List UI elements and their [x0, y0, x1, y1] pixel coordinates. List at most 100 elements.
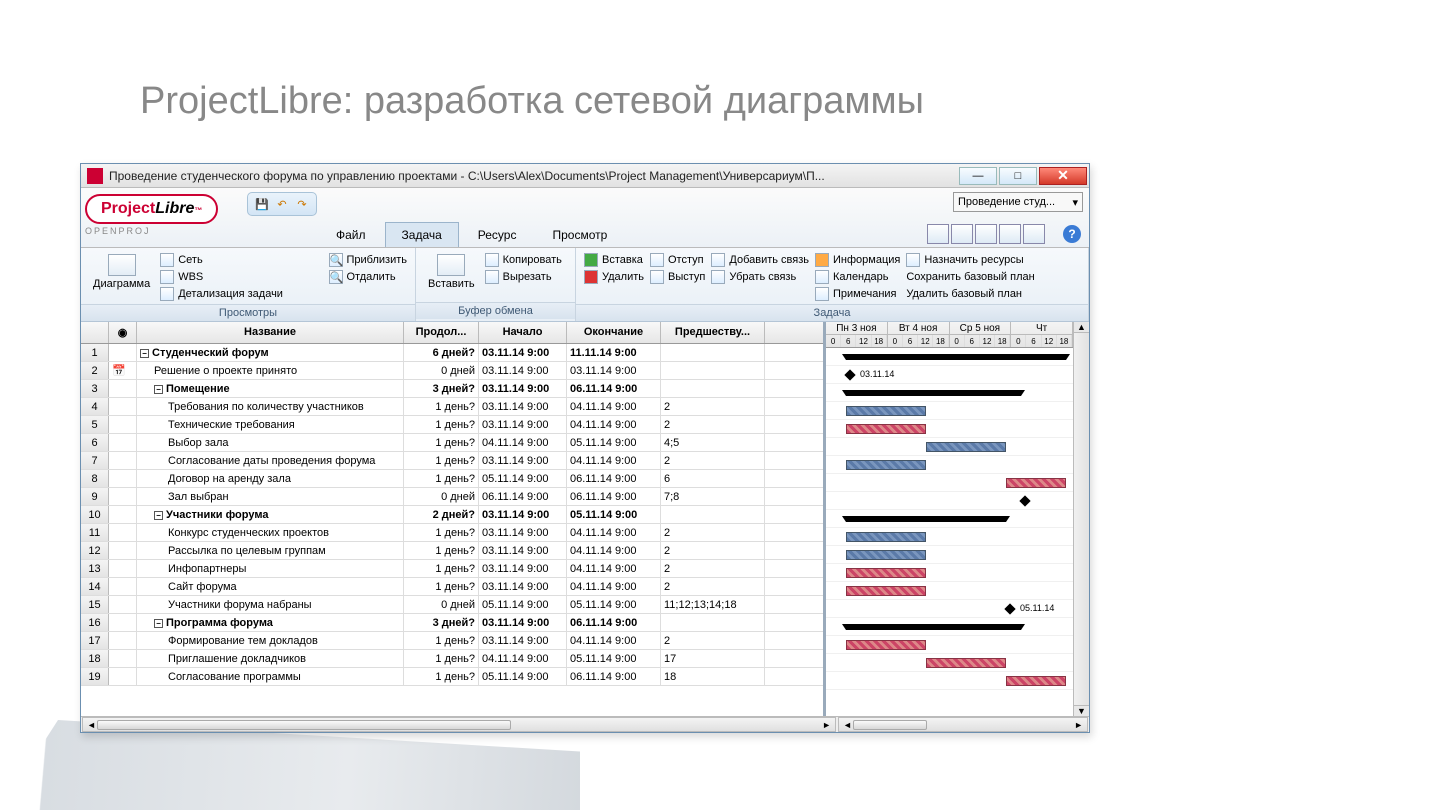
column-header[interactable]: ◉ [109, 322, 137, 343]
cut-button[interactable]: Вырезать [485, 269, 562, 285]
gantt-bar[interactable] [846, 460, 926, 470]
cell[interactable]: 2 [661, 542, 765, 559]
minimize-button[interactable]: — [959, 167, 997, 185]
gantt-bar[interactable] [846, 586, 926, 596]
cell[interactable]: 2 [81, 362, 109, 379]
column-header[interactable]: Предшеству... [661, 322, 765, 343]
cell[interactable]: Технические требования [137, 416, 404, 433]
cell[interactable]: Рассылка по целевым группам [137, 542, 404, 559]
cell[interactable]: 5 [81, 416, 109, 433]
table-row[interactable]: 1−Студенческий форум6 дней?03.11.14 9:00… [81, 344, 823, 362]
zoom-out-button[interactable]: 🔍Отдалить [329, 269, 408, 285]
cell[interactable]: 05.11.14 9:00 [567, 506, 661, 523]
cell[interactable] [109, 650, 137, 667]
table-row[interactable]: 16−Программа форума3 дней?03.11.14 9:000… [81, 614, 823, 632]
cell[interactable] [109, 470, 137, 487]
cell[interactable]: 17 [661, 650, 765, 667]
cell[interactable]: 05.11.14 9:00 [479, 470, 567, 487]
cell[interactable]: 1 день? [404, 542, 479, 559]
cell[interactable]: 18 [81, 650, 109, 667]
cell[interactable]: 05.11.14 9:00 [479, 668, 567, 685]
cell[interactable]: 6 [661, 470, 765, 487]
cell[interactable]: 04.11.14 9:00 [479, 650, 567, 667]
save-icon[interactable]: 💾 [254, 196, 270, 212]
cell[interactable]: 0 дней [404, 596, 479, 613]
cell[interactable] [109, 668, 137, 685]
cell[interactable]: 1 день? [404, 434, 479, 451]
view-icon-network[interactable] [951, 224, 973, 244]
cell[interactable]: 2 [661, 452, 765, 469]
tab-ресурс[interactable]: Ресурс [461, 222, 534, 247]
cell[interactable] [109, 488, 137, 505]
cell[interactable]: 04.11.14 9:00 [479, 434, 567, 451]
table-row[interactable]: 18Приглашение докладчиков1 день?04.11.14… [81, 650, 823, 668]
cell[interactable]: 03.11.14 9:00 [479, 398, 567, 415]
cell[interactable]: 05.11.14 9:00 [479, 596, 567, 613]
gantt-hscroll[interactable] [838, 717, 1088, 732]
cell[interactable]: 4 [81, 398, 109, 415]
cell[interactable] [109, 542, 137, 559]
cell[interactable] [109, 632, 137, 649]
cell[interactable]: 06.11.14 9:00 [567, 488, 661, 505]
cell[interactable]: 1 день? [404, 398, 479, 415]
cell[interactable] [109, 560, 137, 577]
zoom-in-button[interactable]: 🔍Приблизить [329, 252, 408, 268]
cell[interactable] [661, 506, 765, 523]
cell[interactable] [109, 380, 137, 397]
view-icon-usage[interactable] [1023, 224, 1045, 244]
cell[interactable]: Конкурс студенческих проектов [137, 524, 404, 541]
link-button[interactable]: Добавить связь [711, 252, 809, 268]
table-row[interactable]: 19Согласование программы1 день?05.11.14 … [81, 668, 823, 686]
cell[interactable]: 2 [661, 632, 765, 649]
table-row[interactable]: 10−Участники форума2 дней?03.11.14 9:000… [81, 506, 823, 524]
cell[interactable]: 03.11.14 9:00 [479, 578, 567, 595]
column-header[interactable]: Начало [479, 322, 567, 343]
cell[interactable]: 7;8 [661, 488, 765, 505]
cell[interactable]: 13 [81, 560, 109, 577]
cell[interactable]: 4;5 [661, 434, 765, 451]
cell[interactable]: 11;12;13;14;18 [661, 596, 765, 613]
cell[interactable]: 04.11.14 9:00 [567, 398, 661, 415]
cell[interactable] [109, 578, 137, 595]
redo-icon[interactable]: ↷ [294, 196, 310, 212]
scroll-thumb[interactable] [97, 720, 511, 730]
cell[interactable]: 03.11.14 9:00 [479, 524, 567, 541]
gantt-bar[interactable] [846, 624, 1021, 630]
vertical-scrollbar[interactable] [1073, 322, 1089, 716]
cell[interactable]: 1 день? [404, 632, 479, 649]
cell[interactable]: 3 дней? [404, 380, 479, 397]
copy-button[interactable]: Копировать [485, 252, 562, 268]
outline-toggle[interactable]: − [154, 385, 163, 394]
cell[interactable]: −Помещение [137, 380, 404, 397]
table-row[interactable]: 7Согласование даты проведения форума1 де… [81, 452, 823, 470]
cell[interactable]: Решение о проекте принято [137, 362, 404, 379]
cell[interactable]: 06.11.14 9:00 [567, 614, 661, 631]
view-icon-gantt[interactable] [927, 224, 949, 244]
gantt-bar[interactable] [846, 390, 1021, 396]
column-header[interactable]: Название [137, 322, 404, 343]
cell[interactable]: 03.11.14 9:00 [479, 632, 567, 649]
column-header[interactable] [81, 322, 109, 343]
delete-button[interactable]: Удалить [584, 269, 644, 285]
undo-icon[interactable]: ↶ [274, 196, 290, 212]
outline-toggle[interactable]: − [154, 511, 163, 520]
cell[interactable]: 03.11.14 9:00 [479, 416, 567, 433]
table-row[interactable]: 4Требования по количеству участников1 де… [81, 398, 823, 416]
view-icon-wbs[interactable] [975, 224, 997, 244]
calendar-button[interactable]: Календарь [815, 269, 900, 285]
table-row[interactable]: 17Формирование тем докладов1 день?03.11.… [81, 632, 823, 650]
cell[interactable]: 1 день? [404, 560, 479, 577]
paste-button[interactable]: Вставить [424, 252, 479, 300]
cell[interactable]: 1 день? [404, 524, 479, 541]
gantt-bar[interactable] [846, 516, 1006, 522]
cell[interactable] [661, 344, 765, 361]
cell[interactable]: 05.11.14 9:00 [567, 596, 661, 613]
cell[interactable]: −Программа форума [137, 614, 404, 631]
cell[interactable]: 06.11.14 9:00 [567, 668, 661, 685]
cell[interactable]: 10 [81, 506, 109, 523]
cell[interactable]: Формирование тем докладов [137, 632, 404, 649]
cell[interactable]: 3 [81, 380, 109, 397]
cell[interactable]: 2 [661, 578, 765, 595]
cell[interactable]: Договор на аренду зала [137, 470, 404, 487]
cell[interactable]: 12 [81, 542, 109, 559]
